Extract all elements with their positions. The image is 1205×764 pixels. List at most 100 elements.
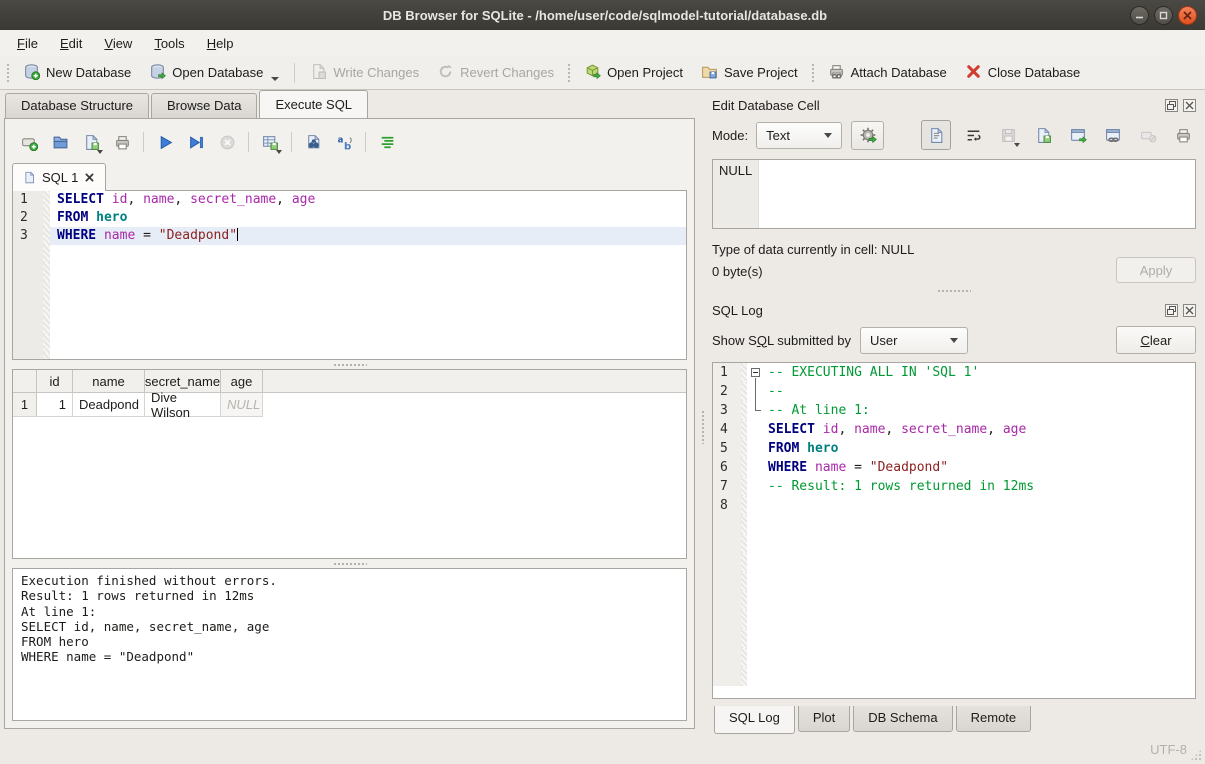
cell-editor[interactable]: NULL (712, 159, 1196, 229)
window-controls (1130, 6, 1197, 25)
execute-all-icon[interactable] (152, 129, 178, 155)
column-header-age[interactable]: age (221, 370, 263, 392)
save-sql-file-icon[interactable] (78, 129, 104, 155)
write-changes-icon (310, 63, 327, 83)
cell-editor-area[interactable] (759, 160, 1195, 228)
dock-splitter[interactable] (712, 283, 1196, 299)
export-cell-data-icon[interactable] (1065, 122, 1091, 148)
mode-select[interactable]: Text (756, 122, 842, 149)
dock-tab-plot[interactable]: Plot (798, 706, 850, 732)
float-panel-icon[interactable] (1165, 304, 1178, 317)
word-wrap-icon[interactable] (960, 122, 986, 148)
print-sql-icon[interactable] (109, 129, 135, 155)
open-in-external-icon[interactable] (1100, 122, 1126, 148)
results-grid[interactable]: idnamesecret_nameage11DeadpondDive Wilso… (12, 369, 687, 559)
gutter-hatch (43, 191, 50, 209)
import-cell-data-icon[interactable] (1030, 122, 1056, 148)
column-header-rownum[interactable] (13, 370, 37, 392)
log-line-1: 1-- EXECUTING ALL IN 'SQL 1' (713, 363, 1195, 382)
sql-tab-sql-1[interactable]: SQL 1 (12, 163, 106, 191)
splitter-grip (333, 363, 367, 367)
tab-database-structure[interactable]: Database Structure (5, 93, 149, 118)
format-sql-icon[interactable] (374, 129, 400, 155)
submitted-by-select[interactable]: User (860, 327, 968, 354)
new-database-button[interactable]: New Database (14, 59, 140, 87)
execution-status: Execution finished without errors. Resul… (12, 568, 687, 721)
line-number: 7 (713, 477, 741, 496)
text-mode-view-icon[interactable] (921, 120, 951, 150)
find-replace-icon[interactable]: ab (331, 129, 357, 155)
editor-line-2[interactable]: 2FROM hero (13, 209, 686, 227)
filter-label: Show SQL submitted by (712, 333, 851, 348)
log-line-6: 6WHERE name = "Deadpond" (713, 458, 1195, 477)
close-panel-icon[interactable] (1183, 99, 1196, 112)
attach-database-button[interactable]: Attach Database (819, 59, 956, 87)
menu-file[interactable]: File (6, 33, 49, 54)
column-header-id[interactable]: id (37, 370, 73, 392)
open-project-button[interactable]: Open Project (575, 59, 692, 87)
fold-collapse-icon[interactable] (751, 368, 760, 377)
open-database-button[interactable]: Open Database (140, 59, 288, 87)
editor-line-1[interactable]: 1SELECT id, name, secret_name, age (13, 191, 686, 209)
open-sql-file-icon[interactable] (47, 129, 73, 155)
sql-file-icon (23, 170, 36, 185)
dock-tab-sql-log[interactable]: SQL Log (714, 706, 795, 734)
cell-edit-icons (921, 120, 1196, 150)
grid-cell[interactable]: Dive Wilson (145, 393, 221, 417)
menu-edit[interactable]: Edit (49, 33, 93, 54)
grid-cell[interactable]: Deadpond (73, 393, 145, 417)
sql-log-panel-title: SQL Log (712, 303, 1160, 318)
submitted-by-value: User (870, 333, 897, 348)
log-line-8: 8 (713, 496, 1195, 515)
window-title: DB Browser for SQLite - /home/user/code/… (80, 8, 1130, 23)
dock-tab-remote[interactable]: Remote (956, 706, 1032, 732)
line-number: 6 (713, 458, 741, 477)
cell-size-info: 0 byte(s) (712, 261, 914, 283)
dock-pane: Edit Database Cell Mode: Text NULL Type … (706, 90, 1205, 764)
close-icon[interactable] (1178, 6, 1197, 25)
menu-view[interactable]: View (93, 33, 143, 54)
tab-browse-data[interactable]: Browse Data (151, 93, 257, 118)
find-in-sql-icon[interactable] (300, 129, 326, 155)
editor-line-3[interactable]: 3WHERE name = "Deadpond" (13, 227, 686, 245)
close-tab-icon[interactable] (84, 172, 95, 183)
write-changes-button: Write Changes (301, 59, 428, 87)
print-cell-icon[interactable] (1170, 122, 1196, 148)
save-results-icon[interactable] (257, 129, 283, 155)
menu-tools[interactable]: Tools (143, 33, 195, 54)
maximize-icon[interactable] (1154, 6, 1173, 25)
dock-tab-db-schema[interactable]: DB Schema (853, 706, 952, 732)
results-status-splitter[interactable] (12, 559, 687, 568)
chevron-down-icon[interactable] (271, 77, 279, 81)
open-project-icon (584, 63, 601, 83)
column-header-name[interactable]: name (73, 370, 145, 392)
menu-help[interactable]: Help (196, 33, 245, 54)
minimize-icon[interactable] (1130, 6, 1149, 25)
table-row[interactable]: 11DeadpondDive WilsonNULL (13, 393, 686, 417)
tab-execute-sql[interactable]: Execute SQL (259, 90, 368, 118)
stop-execution-icon (214, 129, 240, 155)
grid-cell[interactable]: 1 (37, 393, 73, 417)
grid-cell[interactable]: NULL (221, 393, 263, 417)
sql-log-view[interactable]: 1-- EXECUTING ALL IN 'SQL 1'2--3-- At li… (712, 362, 1196, 699)
revert-changes-icon (437, 63, 454, 83)
sql-editor[interactable]: 1SELECT id, name, secret_name, age2FROM … (12, 190, 687, 360)
cell-type-info: Type of data currently in cell: NULL (712, 239, 914, 261)
close-panel-icon[interactable] (1183, 304, 1196, 317)
close-database-button[interactable]: Close Database (956, 59, 1090, 87)
line-number: 1 (13, 191, 43, 209)
execute-current-line-icon[interactable] (183, 129, 209, 155)
float-panel-icon[interactable] (1165, 99, 1178, 112)
editor-results-splitter[interactable] (12, 360, 687, 369)
new-sql-tab-icon[interactable] (16, 129, 42, 155)
splitter-grip (937, 289, 971, 293)
save-project-button[interactable]: Save Project (692, 59, 807, 87)
new-database-icon (23, 63, 40, 83)
log-line-4: 4SELECT id, name, secret_name, age (713, 420, 1195, 439)
apply-settings-icon[interactable] (851, 121, 884, 150)
clear-log-button[interactable]: Clear (1116, 326, 1196, 354)
mode-value: Text (766, 128, 790, 143)
apply-button[interactable]: Apply (1116, 257, 1196, 283)
cell-value: NULL (713, 160, 759, 228)
cell-info: Type of data currently in cell: NULL 0 b… (712, 239, 1196, 283)
